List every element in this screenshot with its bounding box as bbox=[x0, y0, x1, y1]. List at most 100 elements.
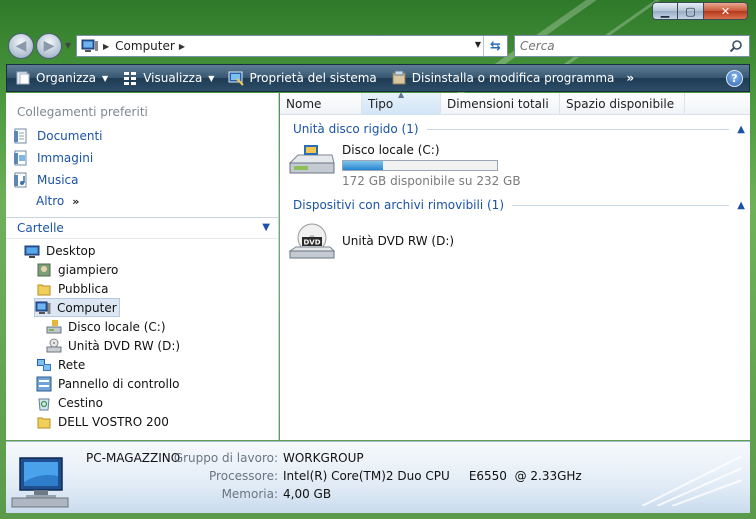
tree-item-dvd-drive-d[interactable]: Unità DVD RW (D:) bbox=[46, 336, 180, 355]
uninstall-program-button[interactable]: Disinstalla o modifica programma bbox=[383, 65, 621, 91]
close-button[interactable]: ✕ bbox=[704, 2, 748, 20]
system-properties-button[interactable]: Proprietà del sistema bbox=[220, 65, 382, 91]
organize-button[interactable]: Organizza ▼ bbox=[7, 65, 114, 91]
folders-header[interactable]: Cartelle ▼ bbox=[6, 217, 278, 239]
memory-value: 4,00 GB bbox=[283, 487, 332, 501]
dvd-logo-text: DVD bbox=[303, 239, 320, 247]
chevron-right-double-icon: » bbox=[72, 194, 80, 208]
tree-item-computer[interactable]: Computer bbox=[34, 298, 120, 317]
disk-usage-fill bbox=[343, 161, 384, 170]
chevron-up-icon: ▲ bbox=[737, 123, 745, 135]
favorite-link-music[interactable]: Musica bbox=[13, 172, 79, 188]
tree-item-label: DELL VOSTRO 200 bbox=[58, 414, 169, 429]
favorite-link-label: Documenti bbox=[37, 129, 103, 143]
programs-icon bbox=[392, 70, 406, 85]
refresh-button[interactable]: ⇆ bbox=[483, 36, 507, 56]
search-icon[interactable] bbox=[729, 39, 743, 53]
group-divider bbox=[512, 204, 730, 206]
chevron-up-icon: ▲ bbox=[737, 199, 745, 211]
tree-item-label: Disco locale (C:) bbox=[68, 319, 166, 334]
drive-free-space: 172 GB disponibile su 232 GB bbox=[342, 174, 521, 188]
address-dropdown-icon[interactable]: ▼ bbox=[475, 40, 481, 49]
computer-icon bbox=[81, 39, 98, 52]
user-folder-icon bbox=[37, 263, 51, 276]
column-header-total-size[interactable]: Dimensioni totali bbox=[441, 93, 560, 115]
computer-icon bbox=[11, 457, 69, 508]
workgroup-value: WORKGROUP bbox=[283, 451, 364, 465]
drive-item-dvd-rw-d[interactable]: DVD Unità DVD RW (D:) bbox=[288, 221, 454, 261]
help-button[interactable]: ? bbox=[726, 70, 743, 87]
music-icon bbox=[14, 172, 27, 188]
search-box[interactable] bbox=[514, 35, 750, 57]
column-header-label: Tipo bbox=[368, 97, 394, 111]
breadcrumb-separator-icon[interactable]: ▶ bbox=[103, 42, 109, 51]
workgroup-label: Gruppo di lavoro: bbox=[173, 451, 278, 465]
tree-item-pannello-di-controllo[interactable]: Pannello di controllo bbox=[36, 374, 180, 393]
command-bar: Organizza ▼ Visualizza ▼ Proprietà del s… bbox=[6, 64, 750, 92]
view-dropdown-icon: ▼ bbox=[208, 73, 215, 83]
computer-name: PC-MAGAZZINO bbox=[86, 451, 181, 465]
tree-item-local-disk-c[interactable]: Disco locale (C:) bbox=[46, 317, 166, 336]
maximize-icon: ▢ bbox=[685, 4, 696, 18]
forward-button[interactable]: ▶ bbox=[36, 33, 62, 59]
back-button[interactable]: ◀ bbox=[8, 33, 34, 59]
recent-pages-dropdown[interactable]: ▼ bbox=[65, 41, 71, 50]
column-header-label: Spazio disponibile bbox=[566, 97, 675, 111]
tree-item-pubblica[interactable]: Pubblica bbox=[36, 279, 108, 298]
control-panel-icon bbox=[36, 376, 52, 391]
search-input[interactable] bbox=[520, 39, 720, 53]
group-header-removable[interactable]: Dispositivi con archivi rimovibili (1) ▲ bbox=[293, 198, 745, 212]
tree-item-giampiero[interactable]: giampiero bbox=[36, 260, 118, 279]
column-header-type[interactable]: ▲ Tipo bbox=[362, 90, 441, 115]
system-properties-label: Proprietà del sistema bbox=[249, 71, 377, 85]
folders-title: Cartelle bbox=[17, 221, 64, 235]
tree-item-rete[interactable]: Rete bbox=[36, 355, 85, 374]
view-button[interactable]: Visualizza ▼ bbox=[114, 65, 220, 91]
forward-arrow-icon: ▶ bbox=[43, 38, 55, 54]
dvd-drive-icon bbox=[46, 338, 62, 352]
favorite-link-pictures[interactable]: Immagini bbox=[13, 150, 93, 166]
explorer-window: ▁ ▢ ✕ ◀ ▶ ▼ ▶ Computer ▶ ▼ ⇆ Cerca Organ… bbox=[0, 0, 756, 519]
tree-item-dell-vostro-200[interactable]: DELL VOSTRO 200 bbox=[36, 412, 169, 431]
column-header-free-space[interactable]: Spazio disponibile bbox=[560, 93, 685, 115]
favorite-link-documents[interactable]: Documenti bbox=[13, 128, 103, 144]
tree-item-desktop[interactable]: Desktop bbox=[24, 241, 96, 260]
drive-name: Unità DVD RW (D:) bbox=[342, 234, 455, 248]
details-pane: PC-MAGAZZINO Gruppo di lavoro: WORKGROUP… bbox=[6, 441, 750, 513]
recycle-bin-icon bbox=[38, 398, 50, 410]
processor-value: Intel(R) Core(TM)2 Duo CPU E6550 @ 2.33G… bbox=[283, 469, 582, 483]
tree-item-label: Desktop bbox=[46, 243, 96, 258]
drive-info: Unità DVD RW (D:) bbox=[342, 234, 454, 248]
address-bar[interactable]: ▶ Computer ▶ ▼ ⇆ bbox=[76, 35, 508, 57]
more-commands-button[interactable]: » bbox=[626, 71, 634, 85]
pictures-icon bbox=[14, 150, 27, 166]
organize-dropdown-icon: ▼ bbox=[102, 73, 109, 83]
refresh-icon: ⇆ bbox=[490, 38, 501, 54]
favorite-link-label: Musica bbox=[37, 173, 79, 187]
back-arrow-icon: ◀ bbox=[15, 38, 27, 54]
breadcrumb-separator-icon[interactable]: ▶ bbox=[179, 42, 185, 51]
column-header-name[interactable]: Nome bbox=[280, 93, 362, 115]
drive-name: Disco locale (C:) bbox=[342, 143, 440, 157]
column-header-label: Dimensioni totali bbox=[447, 97, 549, 111]
drive-info: Disco locale (C:) 172 GB disponibile su … bbox=[342, 143, 521, 188]
group-header-hard-disks[interactable]: Unità disco rigido (1) ▲ bbox=[293, 122, 745, 136]
sort-ascending-icon: ▲ bbox=[398, 90, 405, 99]
tree-item-cestino[interactable]: Cestino bbox=[36, 393, 103, 412]
decorative-streaks bbox=[642, 455, 742, 506]
chevron-down-icon: ▼ bbox=[262, 222, 270, 233]
minimize-button[interactable]: ▁ bbox=[652, 2, 678, 20]
network-icon bbox=[37, 358, 51, 371]
close-icon: ✕ bbox=[720, 4, 731, 18]
drive-item-local-disk-c[interactable]: Disco locale (C:) 172 GB disponibile su … bbox=[288, 143, 521, 188]
more-links-button[interactable]: Altro » bbox=[36, 194, 79, 208]
breadcrumb-computer[interactable]: Computer bbox=[115, 39, 175, 53]
documents-icon bbox=[14, 128, 27, 144]
organize-label: Organizza bbox=[36, 71, 97, 85]
favorite-link-label: Immagini bbox=[37, 151, 94, 165]
hard-drive-icon bbox=[288, 145, 335, 174]
maximize-button[interactable]: ▢ bbox=[678, 2, 704, 20]
column-headers: Nome ▲ Tipo Dimensioni totali Spazio dis… bbox=[280, 90, 750, 115]
group-divider bbox=[426, 128, 730, 130]
navigation-bar: ◀ ▶ ▼ ▶ Computer ▶ ▼ ⇆ bbox=[0, 30, 756, 60]
